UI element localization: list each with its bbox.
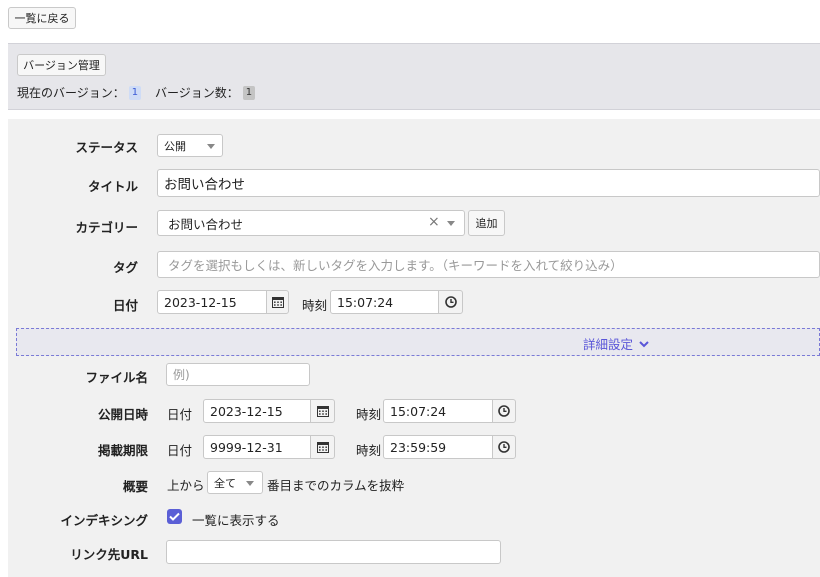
back-to-list-button[interactable]: 一覧に戻る	[8, 7, 76, 29]
time-input-value: 15:07:24	[337, 294, 394, 310]
current-version-label: 現在のバージョン：	[17, 86, 125, 100]
date-label: 日付	[112, 298, 138, 313]
expire-date-value: 9999-12-31	[210, 439, 283, 455]
expire-clock-button[interactable]	[492, 435, 516, 459]
version-manage-button[interactable]: バージョン管理	[17, 54, 106, 76]
version-count-label: バージョン数：	[155, 86, 239, 100]
version-count-badge: 1	[242, 85, 256, 100]
version-panel: バージョン管理 現在のバージョン： 1 バージョン数： 1	[8, 43, 820, 110]
clock-button[interactable]	[438, 290, 463, 314]
title-input-value: お問い合わせ	[164, 177, 245, 193]
calendar-icon	[316, 442, 329, 453]
version-count: バージョン数： 1	[155, 84, 256, 101]
detail-settings-link[interactable]: 詳細設定	[583, 334, 649, 353]
publish-date-value: 2023-12-15	[210, 403, 283, 419]
summary-suffix: 番目までのカラムを抜粋	[267, 478, 405, 493]
publish-clock-button[interactable]	[492, 399, 516, 423]
chevron-down-icon	[639, 340, 649, 347]
category-select[interactable]: お問い合わせ ×	[157, 210, 465, 236]
tag-label: タグ	[112, 260, 138, 275]
filename-label: ファイル名	[85, 370, 148, 385]
summary-select-value: 全て	[214, 476, 236, 490]
chevron-down-icon	[447, 221, 455, 226]
detail-settings-label: 詳細設定	[583, 337, 634, 352]
clock-icon	[444, 296, 457, 308]
date-input[interactable]: 2023-12-15	[157, 290, 267, 314]
summary-prefix: 上から	[167, 478, 205, 493]
time-label: 時刻	[302, 298, 328, 313]
clear-icon[interactable]: ×	[428, 214, 440, 230]
publish-date-label: 日付	[167, 407, 193, 422]
publish-date-input[interactable]: 2023-12-15	[203, 399, 311, 423]
publish-calendar-button[interactable]	[310, 399, 335, 423]
category-select-value: お問い合わせ	[168, 216, 244, 232]
status-select-value: 公開	[164, 139, 186, 153]
title-label: タイトル	[87, 179, 138, 194]
chevron-down-icon	[207, 144, 215, 149]
filename-input[interactable]: 例)	[166, 363, 310, 386]
publish-time-input[interactable]: 15:07:24	[383, 399, 493, 423]
filename-input-placeholder: 例)	[173, 368, 190, 382]
chevron-down-icon	[246, 481, 254, 486]
calendar-button[interactable]	[266, 290, 289, 314]
category-label: カテゴリー	[75, 220, 138, 235]
current-version-badge: 1	[128, 85, 142, 100]
expire-calendar-button[interactable]	[310, 435, 335, 459]
link-url-label: リンク先URL	[70, 547, 148, 562]
expire-time-label: 時刻	[356, 443, 382, 458]
current-version: 現在のバージョン： 1	[17, 84, 142, 101]
clock-icon	[498, 441, 510, 453]
publish-time-label: 時刻	[356, 407, 382, 422]
status-label: ステータス	[75, 140, 138, 155]
publish-time-value: 15:07:24	[390, 403, 447, 419]
calendar-icon	[316, 406, 329, 417]
show-in-list-checkbox[interactable]	[167, 509, 182, 524]
summary-column-select[interactable]: 全て	[207, 471, 263, 494]
clock-icon	[498, 405, 510, 417]
tag-input-placeholder: タグを選択もしくは、新しいタグを入力します。（キーワードを入れて絞り込み）	[168, 258, 623, 273]
detail-settings-toggle[interactable]: 詳細設定	[16, 328, 820, 356]
category-add-button[interactable]: 追加	[468, 210, 505, 236]
calendar-icon	[271, 297, 284, 308]
indexing-label: インデキシング	[60, 513, 148, 528]
checkmark-icon	[169, 512, 180, 521]
expire-time-value: 23:59:59	[390, 439, 447, 455]
expire-date-label: 日付	[167, 443, 193, 458]
expire-datetime-label: 掲載期限	[97, 443, 148, 458]
title-input[interactable]: お問い合わせ	[157, 169, 820, 197]
publish-datetime-label: 公開日時	[97, 407, 148, 422]
summary-label: 概要	[122, 479, 148, 494]
date-input-value: 2023-12-15	[164, 294, 237, 310]
time-input[interactable]: 15:07:24	[330, 290, 439, 314]
tag-input[interactable]: タグを選択もしくは、新しいタグを入力します。（キーワードを入れて絞り込み）	[157, 251, 820, 278]
status-select[interactable]: 公開	[157, 134, 223, 157]
link-url-input[interactable]	[166, 540, 501, 564]
expire-date-input[interactable]: 9999-12-31	[203, 435, 311, 459]
show-in-list-label[interactable]: 一覧に表示する	[192, 510, 280, 529]
expire-time-input[interactable]: 23:59:59	[383, 435, 493, 459]
